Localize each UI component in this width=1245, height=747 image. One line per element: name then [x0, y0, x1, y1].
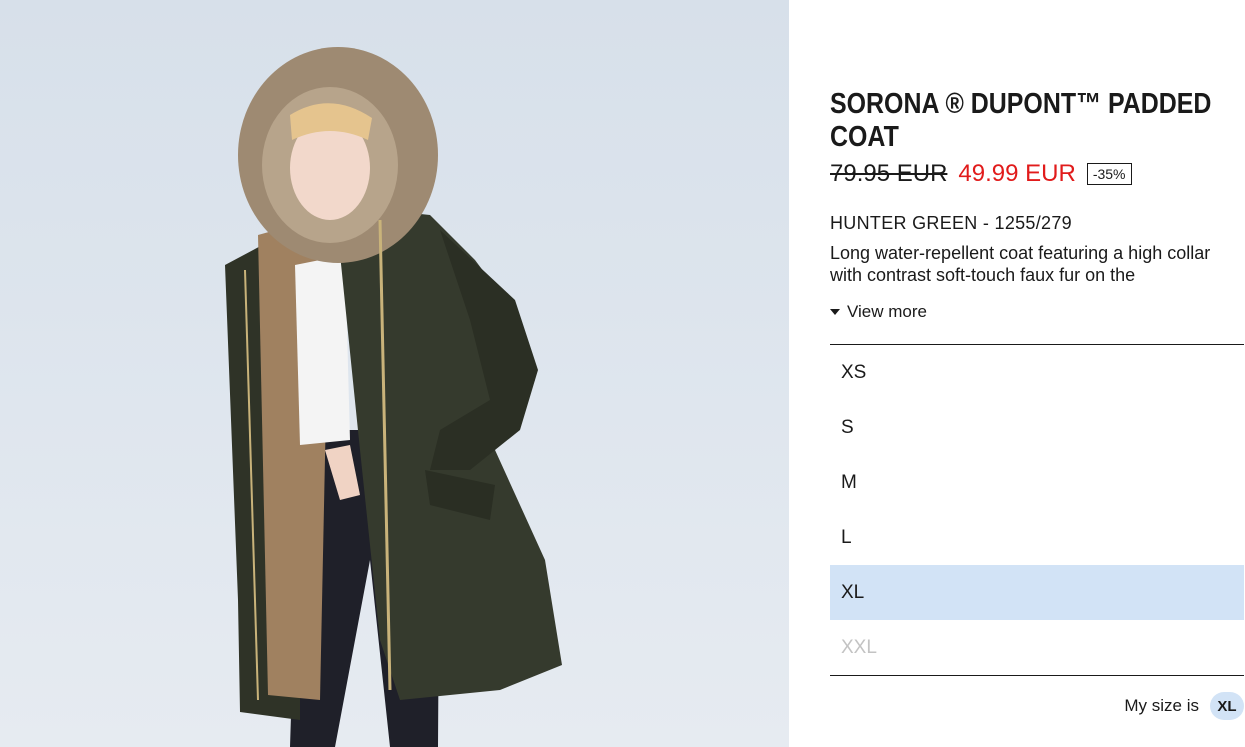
- coat-photo-illustration: [225, 47, 562, 747]
- product-description: Long water-repellent coat featuring a hi…: [830, 243, 1211, 285]
- discount-badge: -35%: [1086, 163, 1132, 185]
- original-price: 79.95 EUR: [830, 160, 948, 187]
- size-option-xxl[interactable]: XXL: [830, 620, 1244, 675]
- color-reference: HUNTER GREEN - 1255/279: [830, 213, 1072, 233]
- caret-down-icon: [830, 309, 840, 315]
- my-size-badge: XL: [1210, 692, 1244, 720]
- size-option-m[interactable]: M: [830, 455, 1244, 510]
- size-option-l[interactable]: L: [830, 510, 1244, 565]
- sale-price: 49.99 EUR: [958, 160, 1076, 187]
- product-image[interactable]: [0, 0, 789, 747]
- view-more-label: View more: [847, 302, 927, 321]
- size-option-xs[interactable]: XS: [830, 345, 1244, 400]
- product-title: SORONA ® DUPONT™ PADDED COAT: [830, 88, 1212, 153]
- my-size-indicator[interactable]: My size is XL: [1124, 692, 1244, 720]
- product-info-panel: SORONA ® DUPONT™ PADDED COAT 79.95 EUR 4…: [830, 0, 1244, 747]
- view-more-button[interactable]: View more: [830, 302, 927, 322]
- size-option-s[interactable]: S: [830, 400, 1244, 455]
- size-selector: XS S M L XL XXL: [830, 344, 1244, 676]
- price-row: 79.95 EUR 49.99 EUR -35%: [830, 158, 1132, 190]
- my-size-label: My size is: [1124, 696, 1199, 715]
- size-option-xl[interactable]: XL: [830, 565, 1244, 620]
